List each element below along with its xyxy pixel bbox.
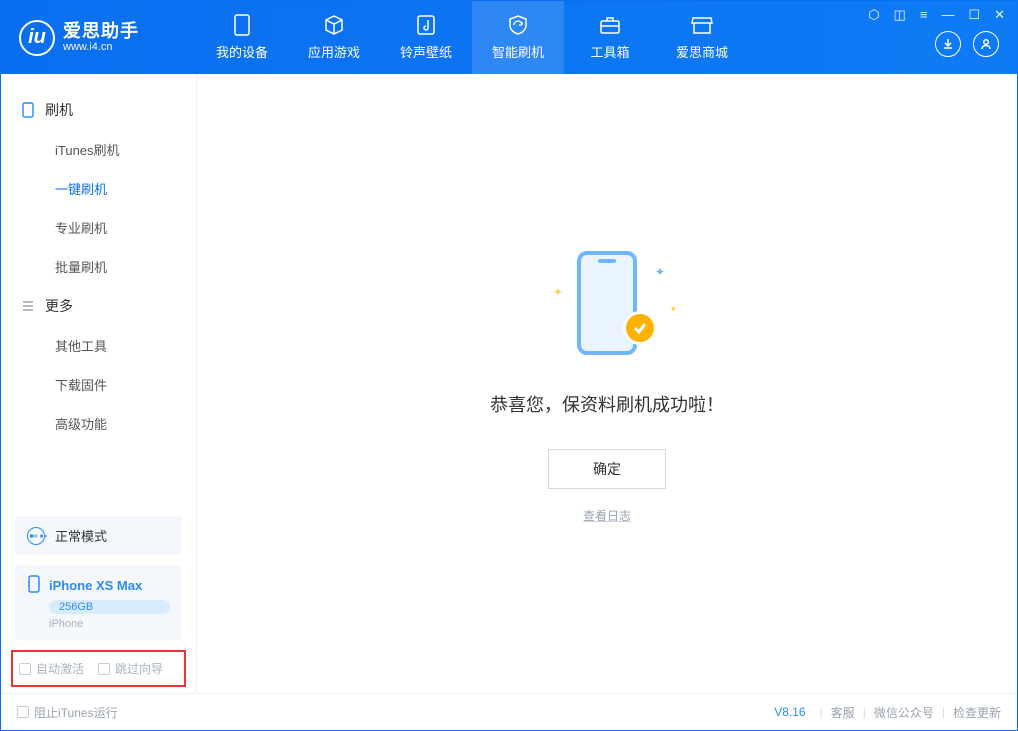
device-name: iPhone XS Max <box>49 578 142 593</box>
store-icon <box>691 14 713 36</box>
checkbox-label: 跳过向导 <box>115 660 163 677</box>
mode-status-icon <box>27 527 45 545</box>
checkbox-icon <box>17 706 29 718</box>
tab-label: 我的设备 <box>216 42 268 61</box>
logo-icon: iu <box>19 20 55 56</box>
window-controls: ⬡ ◫ ≡ — ☐ ✕ <box>868 1 1005 23</box>
sparkle-icon: ✦ <box>669 304 677 315</box>
cube-icon <box>323 14 345 36</box>
status-bar: 阻止iTunes运行 V8.16 | 客服 | 微信公众号 | 检查更新 <box>1 693 1017 730</box>
profile-controls <box>935 23 1005 57</box>
section-title: 刷机 <box>45 100 73 120</box>
device-phone-icon <box>27 575 41 596</box>
sidebar-item-advanced[interactable]: 高级功能 <box>1 404 196 443</box>
music-note-icon <box>415 14 437 36</box>
success-illustration: ✦ ✦ ✦ <box>547 243 667 363</box>
checkbox-icon <box>98 663 110 675</box>
app-header: iu 爱思助手 www.i4.cn 我的设备 应用游戏 铃声壁纸 智能刷机 工具… <box>1 1 1017 74</box>
tab-ringtone-wallpaper[interactable]: 铃声壁纸 <box>380 1 472 74</box>
device-type: iPhone <box>49 618 170 630</box>
app-name: 爱思助手 <box>63 22 139 42</box>
view-log-link[interactable]: 查看日志 <box>583 507 631 524</box>
sidebar-item-batch-flash[interactable]: 批量刷机 <box>1 247 196 286</box>
ok-button[interactable]: 确定 <box>548 449 666 489</box>
sparkle-icon: ✦ <box>553 285 563 299</box>
footer-link-support[interactable]: 客服 <box>831 704 855 721</box>
tab-label: 工具箱 <box>590 42 629 61</box>
success-title: 恭喜您，保资料刷机成功啦！ <box>490 391 724 417</box>
mode-box[interactable]: 正常模式 <box>15 516 182 555</box>
sidebar-item-onekey-flash[interactable]: 一键刷机 <box>1 169 196 208</box>
tab-label: 智能刷机 <box>492 42 544 61</box>
toolbox-icon <box>599 14 621 36</box>
download-button[interactable] <box>935 31 961 57</box>
sidebar-item-other-tools[interactable]: 其他工具 <box>1 326 196 365</box>
device-storage: 256GB <box>49 600 170 614</box>
checkbox-label: 阻止iTunes运行 <box>34 704 118 721</box>
tab-my-device[interactable]: 我的设备 <box>196 1 288 74</box>
list-icon <box>21 299 35 313</box>
main-content: ✦ ✦ ✦ 恭喜您，保资料刷机成功啦！ 确定 查看日志 <box>197 74 1017 693</box>
app-url: www.i4.cn <box>63 41 139 53</box>
refresh-shield-icon <box>507 14 529 36</box>
phone-icon <box>21 103 35 117</box>
sparkle-icon: ✦ <box>655 265 665 279</box>
header-right-controls: ⬡ ◫ ≡ — ☐ ✕ <box>868 1 1005 74</box>
tab-smart-flash[interactable]: 智能刷机 <box>472 1 564 74</box>
footer-link-update[interactable]: 检查更新 <box>953 704 1001 721</box>
close-button[interactable]: ✕ <box>994 7 1005 23</box>
highlighted-options-row: 自动激活 跳过向导 <box>11 650 186 687</box>
device-box[interactable]: iPhone XS Max 256GB iPhone <box>15 565 182 640</box>
app-body: 刷机 iTunes刷机 一键刷机 专业刷机 批量刷机 更多 其他工具 下载固件 … <box>1 74 1017 693</box>
sidebar-item-itunes-flash[interactable]: iTunes刷机 <box>1 130 196 169</box>
device-icon <box>231 14 253 36</box>
minimize-button[interactable]: — <box>941 7 954 23</box>
maximize-button[interactable]: ☐ <box>968 7 980 23</box>
menu-icon[interactable]: ≡ <box>920 7 928 23</box>
tab-label: 应用游戏 <box>308 42 360 61</box>
sidebar-item-download-firmware[interactable]: 下载固件 <box>1 365 196 404</box>
sidebar: 刷机 iTunes刷机 一键刷机 专业刷机 批量刷机 更多 其他工具 下载固件 … <box>1 74 197 693</box>
checkbox-auto-activate[interactable]: 自动激活 <box>19 660 84 677</box>
tab-store[interactable]: 爱思商城 <box>656 1 748 74</box>
feedback-icon[interactable]: ◫ <box>894 7 906 23</box>
version-label: V8.16 <box>774 705 805 719</box>
tab-label: 爱思商城 <box>676 42 728 61</box>
sidebar-item-pro-flash[interactable]: 专业刷机 <box>1 208 196 247</box>
footer-link-wechat[interactable]: 微信公众号 <box>874 704 934 721</box>
checkbox-skip-guide[interactable]: 跳过向导 <box>98 660 163 677</box>
account-button[interactable] <box>973 31 999 57</box>
sidebar-section-flash: 刷机 <box>1 90 196 130</box>
checkbox-label: 自动激活 <box>36 660 84 677</box>
mode-label: 正常模式 <box>55 526 107 545</box>
footer-right: V8.16 | 客服 | 微信公众号 | 检查更新 <box>774 704 1001 721</box>
shirt-icon[interactable]: ⬡ <box>868 7 879 23</box>
checkbox-block-itunes[interactable]: 阻止iTunes运行 <box>17 704 118 721</box>
tab-apps-games[interactable]: 应用游戏 <box>288 1 380 74</box>
logo-text: 爱思助手 www.i4.cn <box>63 22 139 54</box>
success-check-icon <box>623 311 657 345</box>
sidebar-section-more: 更多 <box>1 286 196 326</box>
section-title: 更多 <box>45 296 73 316</box>
logo-area: iu 爱思助手 www.i4.cn <box>1 20 196 56</box>
tab-toolbox[interactable]: 工具箱 <box>564 1 656 74</box>
tab-label: 铃声壁纸 <box>400 42 452 61</box>
checkbox-icon <box>19 663 31 675</box>
top-tabs: 我的设备 应用游戏 铃声壁纸 智能刷机 工具箱 爱思商城 <box>196 1 748 74</box>
